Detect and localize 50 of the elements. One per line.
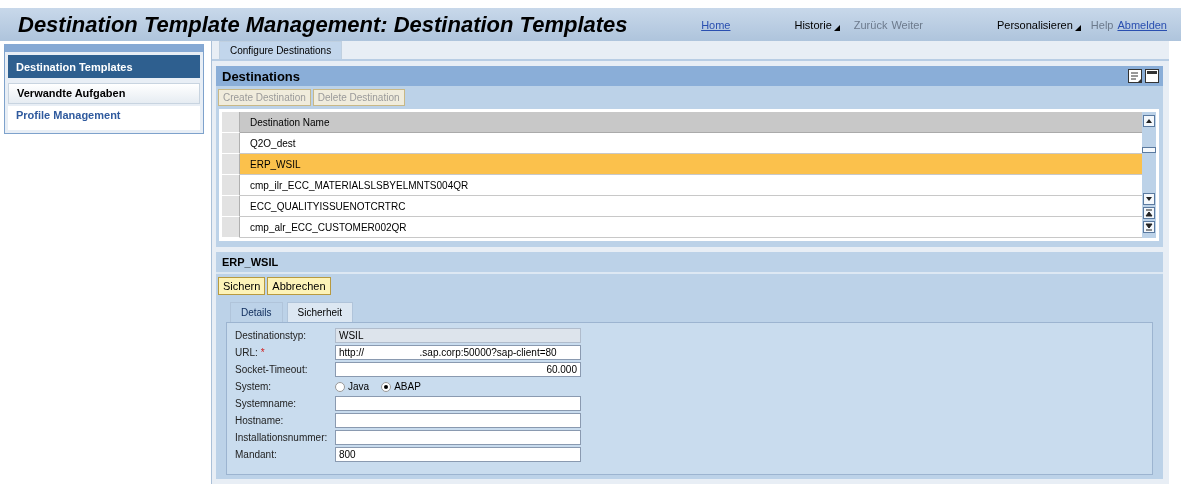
page-down-icon[interactable] <box>1143 207 1155 219</box>
input-field[interactable] <box>335 430 581 445</box>
action-button[interactable]: Abbrechen <box>267 277 331 295</box>
scroll-thumb[interactable] <box>1142 147 1156 153</box>
panel-title: Destinations <box>222 68 300 84</box>
field-label: Hostname: <box>235 415 285 426</box>
field-label: Destinationstyp: <box>235 330 308 341</box>
select-all-cell[interactable] <box>222 112 240 133</box>
row-selector[interactable] <box>222 217 240 238</box>
row-selector[interactable] <box>222 196 240 217</box>
column-header: Destination Name <box>240 112 1142 133</box>
radio-option[interactable]: ABAP <box>381 381 421 392</box>
dropdown-icon <box>833 24 840 31</box>
field-label: Socket-Timeout: <box>235 364 309 375</box>
field-label: Systemname: <box>235 398 298 409</box>
field-label: System: <box>235 381 273 392</box>
tab[interactable]: Sicherheit <box>286 302 354 322</box>
input-field[interactable]: 800 <box>335 447 581 462</box>
menu-link[interactable]: Historie <box>790 18 840 31</box>
field-label: URL: * <box>235 347 266 358</box>
field-label: Mandant: <box>235 449 278 460</box>
menu-link[interactable]: Personalisieren <box>993 18 1081 31</box>
row-selector[interactable] <box>222 175 240 196</box>
row-selector[interactable] <box>222 133 240 154</box>
section-title: ERP_WSIL <box>222 256 279 268</box>
scroll-down-icon[interactable] <box>1143 193 1155 205</box>
minimize-icon[interactable] <box>1145 69 1159 83</box>
row-selector[interactable] <box>222 154 240 175</box>
scrollbar[interactable] <box>1142 112 1156 238</box>
table-cell[interactable]: ERP_WSIL <box>240 154 1142 175</box>
radio-option[interactable]: Java <box>335 381 370 392</box>
field-label: Installationsnummer: <box>235 432 329 443</box>
input-field[interactable]: 60.000 <box>335 362 581 377</box>
nav-header: Destination Templates <box>8 55 200 79</box>
tab[interactable]: Details <box>230 302 283 322</box>
action-button[interactable]: Sichern <box>218 277 266 295</box>
list-icon[interactable] <box>1128 69 1142 83</box>
input-field[interactable] <box>335 413 581 428</box>
input-field[interactable]: WSIL <box>335 328 581 343</box>
input-field[interactable] <box>335 396 581 411</box>
nav-link[interactable]: Home <box>697 18 731 31</box>
section-heading: Verwandte Aufgaben <box>8 83 200 104</box>
tab[interactable]: Configure Destinations <box>219 41 343 59</box>
nav-link[interactable]: Profile Management <box>8 105 200 130</box>
dropdown-icon <box>1074 24 1081 31</box>
scroll-end-icon[interactable] <box>1143 221 1155 233</box>
page-title: Destination Template Management: Destination Templates <box>18 11 629 38</box>
nav-link[interactable]: Abmelden <box>1113 18 1167 31</box>
input-field[interactable]: http:// .sap.corp:50000?sap-client=80 <box>335 345 581 360</box>
scroll-up-icon[interactable] <box>1143 115 1155 127</box>
